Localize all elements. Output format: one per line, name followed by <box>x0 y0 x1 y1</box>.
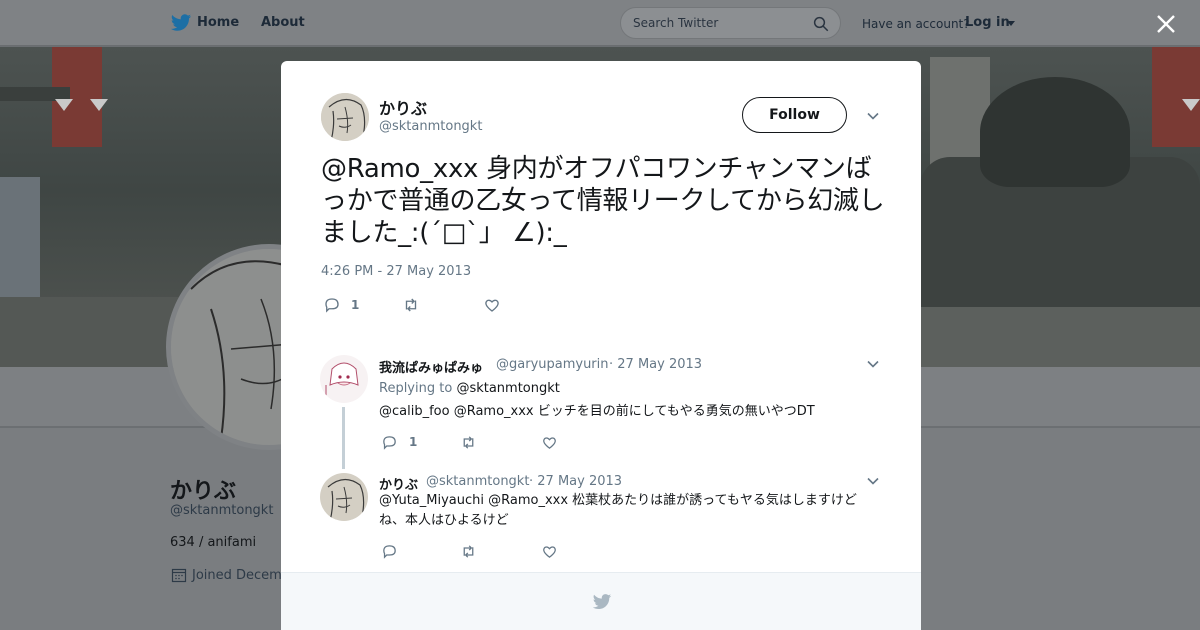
tweet-author-handle[interactable]: @sktanmtongkt <box>379 119 482 134</box>
nav-about-link[interactable]: About <box>261 15 305 30</box>
retweet-icon <box>463 436 474 449</box>
heart-icon <box>543 546 556 558</box>
reply-text: @Yuta_Miyauchi @Ramo_xxx 松葉杖あたりは誰が誘ってもヤる… <box>379 493 857 528</box>
heart-icon <box>543 437 556 449</box>
reply-count: 1 <box>351 298 360 312</box>
have-account-text: Have an account? <box>862 17 970 31</box>
heart-icon <box>485 299 499 312</box>
calendar-icon <box>171 568 187 583</box>
search-icon[interactable] <box>812 15 830 33</box>
tweet-modal: かりぶ @sktanmtongkt Follow @Ramo_xxx 身内がオフ… <box>281 61 921 630</box>
retweet-icon <box>463 545 474 558</box>
reply-button[interactable] <box>323 296 341 314</box>
thread-connector-line <box>342 407 345 469</box>
retweet-button[interactable] <box>402 296 420 314</box>
reply-count: 1 <box>409 435 418 449</box>
chevron-down-icon[interactable] <box>865 108 881 124</box>
reply-author-handle[interactable]: @garyupamyurin <box>496 357 609 372</box>
nav-home-link[interactable]: Home <box>197 15 239 30</box>
tweet-author-name[interactable]: かりぶ <box>379 95 427 119</box>
modal-footer <box>281 572 921 630</box>
reply-icon <box>383 545 396 559</box>
login-link[interactable]: Log in <box>965 15 1010 30</box>
reply-author-avatar[interactable] <box>320 473 368 521</box>
reply-button[interactable] <box>381 543 398 560</box>
profile-handle: @sktanmtongkt <box>170 503 274 518</box>
like-button[interactable] <box>483 296 501 314</box>
retweet-button[interactable] <box>460 543 477 560</box>
reply-icon <box>325 298 339 313</box>
profile-bio: 634 / anifami <box>170 535 257 550</box>
replying-to-mention[interactable]: @sktanmtongkt <box>456 381 559 396</box>
search-input[interactable] <box>633 14 803 32</box>
reply-author-name[interactable]: 我流ぱみゅぱみゅ <box>379 357 483 376</box>
reply-author-avatar[interactable] <box>320 355 368 403</box>
profile-name: かりぶ <box>170 479 237 504</box>
reply-button[interactable] <box>381 434 398 451</box>
twitter-bird-icon[interactable] <box>170 12 192 34</box>
reply-date[interactable]: · 27 May 2013 <box>609 357 702 372</box>
tweet-author-avatar[interactable] <box>321 93 369 141</box>
twitter-bird-icon <box>592 594 612 609</box>
like-button[interactable] <box>541 434 558 451</box>
reply-icon <box>383 436 396 450</box>
search-box[interactable] <box>620 7 841 39</box>
chevron-down-icon[interactable] <box>1007 21 1015 26</box>
close-icon[interactable] <box>1155 13 1177 35</box>
follow-button[interactable]: Follow <box>742 97 847 133</box>
tweet-timestamp[interactable]: 4:26 PM - 27 May 2013 <box>321 264 471 279</box>
reply-text: @calib_foo @Ramo_xxx ビッチを目の前にしてもやる勇気の無いや… <box>379 404 815 419</box>
like-button[interactable] <box>541 543 558 560</box>
retweet-button[interactable] <box>460 434 477 451</box>
chevron-down-icon[interactable] <box>865 356 881 372</box>
retweet-icon <box>405 298 417 312</box>
reply-author-handle[interactable]: @sktanmtongkt <box>426 474 529 489</box>
tweet-text: @Ramo_xxx 身内がオフパコワンチャンマンばっかで普通の乙女って情報リーク… <box>321 154 885 248</box>
chevron-down-icon[interactable] <box>865 473 881 489</box>
top-navigation: Home About Have an account? Log in <box>0 0 1200 46</box>
replying-to-line: Replying to @sktanmtongkt <box>379 381 560 396</box>
reply-date[interactable]: · 27 May 2013 <box>529 474 622 489</box>
